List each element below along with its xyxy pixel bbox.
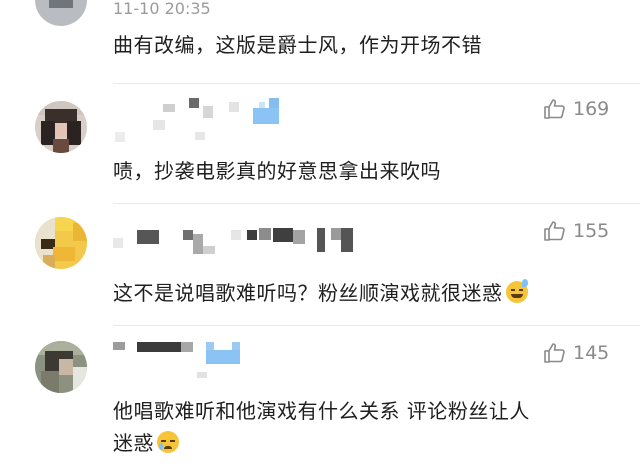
like-count: 155 <box>573 220 610 242</box>
sad-tear-emoji <box>157 431 179 453</box>
thumbs-up-icon <box>544 343 565 363</box>
comment-text: 这不是说唱歌难听吗？粉丝顺演戏就很迷惑 <box>113 276 528 310</box>
username-mosaic[interactable] <box>113 220 363 260</box>
like-button[interactable]: 155 <box>543 219 609 243</box>
comment-text: 曲有改编，这版是爵士风，作为开场不错 <box>113 33 482 57</box>
comment-text-line: 迷惑 <box>113 426 179 460</box>
like-button[interactable]: 145 <box>543 341 609 365</box>
like-count: 145 <box>573 342 610 364</box>
comment-text-content: 迷惑 <box>113 431 154 455</box>
avatar[interactable] <box>35 341 87 393</box>
comment-timestamp: 11-10 20:35 <box>113 0 211 18</box>
divider <box>113 325 640 326</box>
thumbs-up-icon <box>544 99 565 119</box>
avatar[interactable] <box>35 0 87 26</box>
vip-badge <box>206 342 240 364</box>
comment-text: 啧，抄袭电影真的好意思拿出来吹吗 <box>113 159 441 183</box>
divider <box>113 83 640 84</box>
comment-text-line: 他唱歌难听和他演戏有什么关系 评论粉丝让人 <box>113 399 530 423</box>
sweat-smile-emoji <box>505 279 528 303</box>
like-button[interactable]: 169 <box>543 97 609 121</box>
avatar[interactable] <box>35 217 87 269</box>
thumbs-up-icon <box>544 221 565 241</box>
like-count: 169 <box>573 98 610 120</box>
comment-text-content: 这不是说唱歌难听吗？粉丝顺演戏就很迷惑 <box>113 281 503 305</box>
vip-badge <box>253 98 279 124</box>
avatar[interactable] <box>35 101 87 153</box>
divider <box>113 203 640 204</box>
